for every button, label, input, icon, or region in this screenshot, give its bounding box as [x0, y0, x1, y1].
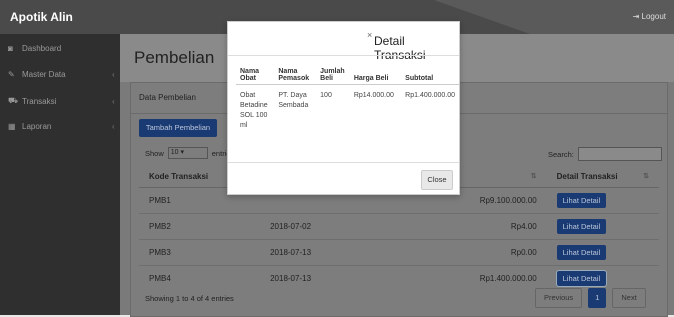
page-title: Pembelian	[134, 48, 215, 67]
column-header-label: Detail Transaksi	[556, 171, 618, 181]
column-header-subtotal: Subtotal	[401, 66, 459, 85]
chevron-left-icon: ‹	[112, 96, 115, 106]
app-brand[interactable]: Apotik Alin	[10, 10, 73, 24]
cart-icon: ⛟	[8, 96, 19, 105]
chevron-left-icon: ‹	[112, 70, 115, 79]
detail-header-row: Nama Obat Nama Pemasok Jumlah Beli Harga…	[236, 66, 459, 85]
cell-total: Rp0.00	[423, 239, 547, 266]
column-header-label: Kode Transaksi	[149, 171, 209, 181]
column-header-detail[interactable]: Detail Transaksi ⇅	[546, 165, 659, 188]
column-header-jumlah-beli: Jumlah Beli	[316, 66, 350, 85]
panel-title: Data Pembelian	[139, 93, 196, 102]
sidebar-item-label: Dashboard	[22, 44, 62, 53]
sidebar-item-label: Transaksi	[22, 96, 57, 106]
sidebar-item-label: Master Data	[22, 70, 66, 79]
logout-label: Logout	[641, 12, 666, 21]
table-row: PMB3 2018-07-13 Rp0.00 Lihat Detail	[139, 239, 659, 266]
column-header-nama-pemasok: Nama Pemasok	[274, 66, 317, 85]
column-header-harga-beli: Harga Beli	[349, 66, 402, 85]
cell-kode: PMB2	[139, 213, 261, 240]
logout-icon: ⇥	[632, 12, 642, 21]
sort-icon: ⇅	[530, 173, 537, 180]
sidebar-item-transaksi[interactable]: ⛟ Transaksi ‹	[8, 96, 115, 106]
cell-jumlah-beli: 100	[320, 92, 332, 99]
cell-total: Rp4.00	[423, 213, 547, 240]
cell-nama-pemasok: PT. Daya Sembada	[278, 92, 309, 109]
lihat-detail-button[interactable]: Lihat Detail	[556, 193, 607, 208]
entries-select[interactable]: 10 ▾	[167, 147, 208, 159]
detail-table: Nama Obat Nama Pemasok Jumlah Beli Harga…	[236, 66, 459, 137]
table-info: Showing 1 to 4 of 4 entries	[145, 294, 234, 303]
logout-link[interactable]: ⇥ Logout	[633, 12, 666, 21]
entries-value: 10	[170, 149, 179, 156]
lihat-detail-button[interactable]: Lihat Detail	[556, 219, 607, 234]
sidebar-item-label: Laporan	[22, 122, 52, 131]
cell-tanggal: 2018-07-13	[260, 239, 424, 266]
sidebar-item-master-data[interactable]: ✎ Master Data ‹	[8, 70, 115, 79]
entries-length-control: Show 10 ▾ entries	[145, 147, 234, 159]
search-input[interactable]	[577, 147, 662, 161]
pagination: Previous 1 Next	[535, 288, 646, 308]
report-icon: ▦	[8, 122, 16, 131]
detail-transaksi-modal: × Detail Transaksi Nama Obat Nama Pemaso…	[227, 21, 460, 195]
cell-kode: PMB4	[139, 265, 261, 291]
sidebar-item-dashboard[interactable]: ◙ Dashboard	[8, 44, 61, 53]
close-icon[interactable]: ×	[367, 30, 372, 40]
cell-tanggal: 2018-07-13	[260, 265, 424, 291]
close-button[interactable]: Close	[421, 170, 453, 190]
cell-nama-obat: Obat Betadine SOL 100 ml	[240, 92, 268, 129]
search-label: Search:	[548, 149, 574, 159]
sort-icon: ⇅	[643, 172, 649, 180]
modal-divider	[228, 162, 459, 163]
page-1-button[interactable]: 1	[588, 288, 607, 308]
next-page-button[interactable]: Next	[612, 288, 646, 308]
table-row: PMB2 2018-07-02 Rp4.00 Lihat Detail	[139, 213, 659, 240]
cell-tanggal: 2018-07-02	[260, 213, 424, 240]
modal-divider	[228, 55, 459, 56]
search-control: Search:	[548, 147, 662, 161]
cell-subtotal: Rp1.400.000.00	[405, 92, 455, 99]
show-label: Show	[145, 148, 164, 158]
lihat-detail-button[interactable]: Lihat Detail	[555, 270, 608, 287]
wrench-icon: ✎	[8, 70, 15, 79]
cell-total: Rp1.400.000.00	[423, 265, 547, 291]
cell-kode: PMB3	[139, 239, 261, 266]
modal-title: Detail Transaksi	[374, 34, 426, 62]
previous-page-button[interactable]: Previous	[535, 288, 583, 308]
lihat-detail-button[interactable]: Lihat Detail	[556, 245, 607, 260]
dashboard-icon: ◙	[8, 44, 13, 53]
cell-harga-beli: Rp14.000.00	[353, 92, 394, 99]
column-header-nama-obat: Nama Obat	[236, 66, 275, 85]
sidebar-item-laporan[interactable]: ▦ Laporan ‹	[8, 122, 115, 131]
add-pembelian-button[interactable]: Tambah Pembelian	[139, 119, 217, 137]
detail-row: Obat Betadine SOL 100 ml PT. Daya Sembad…	[236, 85, 459, 138]
chevron-down-icon: ▾	[180, 149, 185, 156]
sidebar: ◙ Dashboard ✎ Master Data ‹ ⛟ Transaksi …	[0, 34, 120, 315]
chevron-left-icon: ‹	[112, 122, 115, 131]
